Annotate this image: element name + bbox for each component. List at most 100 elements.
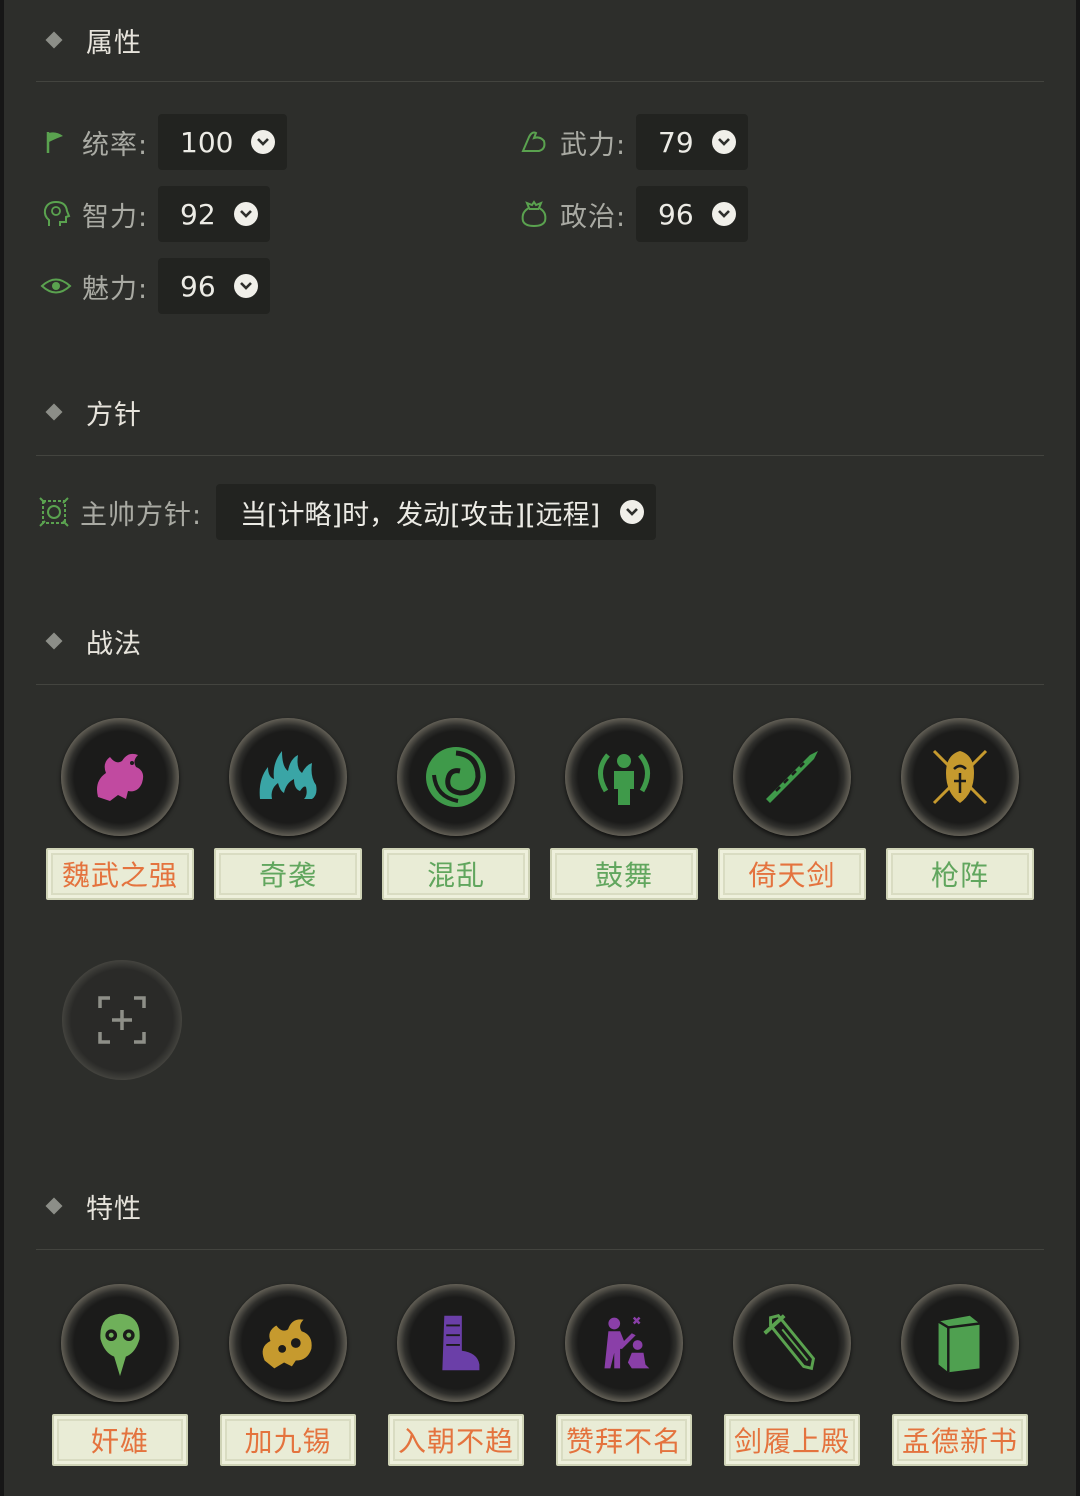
section-title: 战法	[86, 628, 142, 660]
tactic-name: 魏武之强	[46, 848, 194, 900]
chevron-down-icon	[711, 202, 736, 226]
trait-name: 加九锡	[220, 1414, 356, 1466]
qilin-beast-icon	[97, 753, 144, 801]
section-title: 特性	[86, 1193, 142, 1225]
diamond-bullet-icon	[45, 1197, 63, 1215]
tactic-card[interactable]: 魏武之强	[46, 718, 194, 900]
section-header-attributes: 属性	[44, 20, 142, 60]
trait-icon-frame	[229, 1284, 347, 1402]
attribute-value-select[interactable]: 96	[158, 258, 270, 314]
chevron-down-icon	[620, 500, 645, 524]
tactic-icon-frame	[901, 718, 1019, 836]
tactic-name: 鼓舞	[550, 848, 698, 900]
sword-icon	[763, 1314, 816, 1371]
attribute-value: 96	[180, 269, 216, 303]
shield-spears-icon	[932, 749, 988, 805]
diamond-bullet-icon	[45, 403, 63, 421]
eye-icon	[40, 270, 72, 302]
tactic-icon-frame	[397, 718, 515, 836]
divider	[36, 684, 1044, 685]
policy-value: 当[计略]时，发动[攻击][远程]	[240, 499, 601, 531]
attribute-value-select[interactable]: 92	[158, 186, 270, 242]
commander-seal-icon	[38, 496, 70, 528]
tactic-name: 倚天剑	[718, 848, 866, 900]
trait-card[interactable]: 加九锡	[220, 1284, 356, 1466]
swirl-icon	[426, 747, 486, 807]
tactic-name: 混乱	[382, 848, 530, 900]
trait-name: 剑履上殿	[724, 1414, 860, 1466]
figure-aura-icon	[598, 753, 650, 805]
chevron-down-icon	[711, 130, 736, 154]
kneeling-figures-icon	[604, 1316, 650, 1369]
policy-label: 主帅方针:	[80, 499, 203, 531]
tactic-icon-frame	[565, 718, 683, 836]
beast-emblem-icon	[262, 1319, 312, 1369]
boot-icon	[442, 1315, 480, 1371]
attribute-value: 79	[658, 125, 694, 159]
attribute-intelligence: 智力: 92	[40, 186, 270, 242]
tactic-card[interactable]: 枪阵	[886, 718, 1034, 900]
rune-sword-icon	[766, 751, 818, 803]
plague-mask-icon	[100, 1313, 140, 1377]
trait-card[interactable]: 入朝不趋	[388, 1284, 524, 1466]
section-header-policy: 方针	[44, 392, 142, 432]
attribute-value: 92	[180, 197, 216, 231]
tactic-card[interactable]: 奇袭	[214, 718, 362, 900]
section-header-traits: 特性	[44, 1186, 142, 1226]
muscle-arm-icon	[518, 126, 550, 158]
attribute-label: 魅力:	[82, 273, 149, 305]
trait-icon-frame	[61, 1284, 179, 1402]
trait-icon-frame	[901, 1284, 1019, 1402]
policy-select[interactable]: 当[计略]时，发动[攻击][远程]	[216, 484, 657, 540]
attribute-value-select[interactable]: 79	[636, 114, 748, 170]
tactic-card[interactable]: 混乱	[382, 718, 530, 900]
brain-head-icon	[40, 198, 72, 230]
trait-card[interactable]: 孟德新书	[892, 1284, 1028, 1466]
trait-card[interactable]: 奸雄	[52, 1284, 188, 1466]
tactic-card[interactable]: 倚天剑	[718, 718, 866, 900]
attribute-label: 政治:	[560, 201, 627, 233]
attribute-value-select[interactable]: 100	[158, 114, 288, 170]
attribute-charm: 魅力: 96	[40, 258, 270, 314]
chevron-down-icon	[251, 130, 276, 154]
add-slot-icon	[98, 996, 146, 1044]
attribute-force: 武力: 79	[518, 114, 748, 170]
section-title: 属性	[86, 27, 142, 59]
trait-card[interactable]: 赞拜不名	[556, 1284, 692, 1466]
attribute-value: 96	[658, 197, 694, 231]
tactic-icon-frame	[229, 718, 347, 836]
trait-icon-frame	[565, 1284, 683, 1402]
tactic-card[interactable]: 鼓舞	[550, 718, 698, 900]
commander-policy: 主帅方针: 当[计略]时，发动[攻击][远程]	[38, 484, 657, 540]
trait-name: 孟德新书	[892, 1414, 1028, 1466]
divider	[36, 81, 1044, 82]
add-tactic-button[interactable]	[62, 960, 182, 1080]
tactic-icon-frame	[733, 718, 851, 836]
trait-name: 奸雄	[52, 1414, 188, 1466]
divider	[36, 455, 1044, 456]
general-detail-panel: 属性 统率: 100 武力: 79 智力: 92 政治: 96 魅力: 96 方…	[4, 0, 1076, 1496]
diamond-bullet-icon	[45, 632, 63, 650]
divider	[36, 1249, 1044, 1250]
trait-name: 入朝不趋	[388, 1414, 524, 1466]
attribute-label: 武力:	[560, 129, 627, 161]
money-bag-icon	[518, 198, 550, 230]
tactic-icon-frame	[61, 718, 179, 836]
flames-icon	[259, 751, 317, 799]
attribute-value-select[interactable]: 96	[636, 186, 748, 242]
section-title: 方针	[86, 399, 142, 431]
trait-icon-frame	[397, 1284, 515, 1402]
trait-icon-frame	[733, 1284, 851, 1402]
book-icon	[937, 1315, 980, 1373]
flag-icon	[40, 126, 72, 158]
attribute-label: 统率:	[82, 129, 149, 161]
trait-card[interactable]: 剑履上殿	[724, 1284, 860, 1466]
trait-name: 赞拜不名	[556, 1414, 692, 1466]
section-header-tactics: 战法	[44, 621, 142, 661]
tactic-name: 枪阵	[886, 848, 1034, 900]
tactic-name: 奇袭	[214, 848, 362, 900]
attribute-politics: 政治: 96	[518, 186, 748, 242]
attribute-label: 智力:	[82, 201, 149, 233]
chevron-down-icon	[233, 202, 258, 226]
chevron-down-icon	[233, 274, 258, 298]
